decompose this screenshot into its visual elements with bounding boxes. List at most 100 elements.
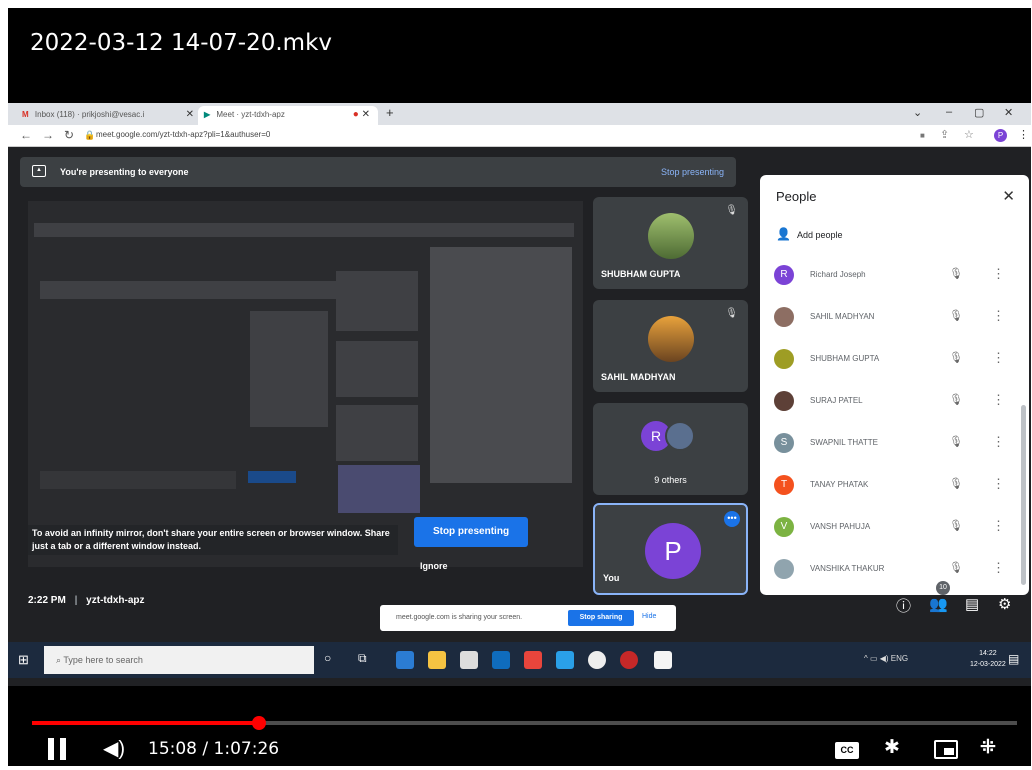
- more-options-icon[interactable]: •••: [724, 511, 740, 527]
- minimize-button[interactable]: –: [946, 106, 952, 118]
- more-options-icon[interactable]: ⋮: [992, 434, 1005, 450]
- participant-name: SAHIL MADHYAN: [810, 312, 875, 321]
- star-icon[interactable]: ☆: [964, 128, 974, 141]
- reload-icon[interactable]: ↻: [64, 128, 74, 142]
- new-tab-button[interactable]: +: [386, 105, 394, 120]
- others-tile[interactable]: R 9 others: [593, 403, 748, 495]
- participant-name: SAHIL MADHYAN: [601, 372, 676, 382]
- task-view-icon[interactable]: ⧉: [358, 651, 376, 669]
- avatar: [774, 307, 794, 327]
- close-icon[interactable]: ✕: [1002, 187, 1015, 205]
- participant-name: SHUBHAM GUPTA: [810, 354, 880, 363]
- edge-icon[interactable]: [396, 651, 414, 669]
- people-title: People: [776, 189, 817, 204]
- avatar: P: [645, 523, 701, 579]
- more-options-icon[interactable]: ⋮: [992, 350, 1005, 366]
- participant-tile[interactable]: 🎙 SAHIL MADHYAN: [593, 300, 748, 392]
- settings-icon[interactable]: ✱: [884, 736, 900, 759]
- more-options-icon[interactable]: ⋮: [992, 518, 1005, 534]
- taskbar-search[interactable]: ⌕ Type here to search: [44, 646, 314, 674]
- volume-icon[interactable]: ◀): [103, 736, 125, 761]
- people-icon[interactable]: 👥: [929, 595, 948, 613]
- file-explorer-icon[interactable]: [428, 651, 446, 669]
- windows-start-icon[interactable]: ⊞: [18, 652, 29, 668]
- activities-icon[interactable]: ⚙: [998, 595, 1011, 613]
- progress-fill: [32, 721, 259, 725]
- chat-icon[interactable]: ▤: [965, 595, 979, 613]
- tab-label: Inbox (118) · prikjoshi@vesac.i: [34, 110, 145, 119]
- mic-off-icon: 🎙: [949, 310, 963, 322]
- ignore-button[interactable]: Ignore: [420, 561, 448, 571]
- obs-icon[interactable]: [588, 651, 606, 669]
- participant-row[interactable]: S SWAPNIL THATTE 🎙 ⋮: [774, 431, 1010, 461]
- banner-stop-presenting[interactable]: Stop presenting: [661, 167, 724, 177]
- more-options-icon[interactable]: ⋮: [992, 560, 1005, 576]
- avatar: [648, 213, 694, 259]
- presenting-banner: ▲ You're presenting to everyone Stop pre…: [20, 157, 736, 187]
- participant-tile[interactable]: 🎙 SHUBHAM GUPTA: [593, 197, 748, 289]
- pause-icon[interactable]: [48, 738, 70, 762]
- participant-row[interactable]: V VANSH PAHUJA 🎙 ⋮: [774, 515, 1010, 545]
- vscode-icon[interactable]: [556, 651, 574, 669]
- participant-name: 9 others: [654, 475, 687, 485]
- mail-icon[interactable]: [492, 651, 510, 669]
- camera-icon[interactable]: ■: [920, 131, 925, 140]
- progress-bar[interactable]: [32, 716, 1017, 730]
- stop-presenting-button[interactable]: Stop presenting: [414, 517, 528, 547]
- url-field[interactable]: meet.google.com/yzt-tdxh-apz?pli=1&authu…: [96, 130, 270, 139]
- captions-icon[interactable]: CC: [835, 742, 859, 759]
- hide-button[interactable]: Hide: [642, 613, 656, 620]
- menu-icon[interactable]: ⋮: [1018, 128, 1029, 141]
- video-player[interactable]: 2022-03-12 14-07-20.mkv M Inbox (118) · …: [8, 8, 1031, 766]
- browser-window: M Inbox (118) · prikjoshi@vesac.i ✕ ▶ Me…: [8, 103, 1031, 686]
- avatar: [648, 316, 694, 362]
- time-display: 15:08 / 1:07:26: [148, 739, 280, 759]
- cortana-icon[interactable]: ○: [324, 651, 342, 669]
- more-options-icon[interactable]: ⋮: [992, 476, 1005, 492]
- participant-name: You: [603, 573, 620, 583]
- share-icon[interactable]: ⇪: [940, 128, 949, 141]
- store-icon[interactable]: [460, 651, 478, 669]
- notification-icon[interactable]: ▤: [1008, 652, 1019, 666]
- profile-avatar[interactable]: P: [994, 129, 1007, 142]
- mic-off-icon: 🎙: [949, 268, 963, 280]
- back-icon[interactable]: ←: [20, 128, 32, 142]
- more-options-icon[interactable]: ⋮: [992, 308, 1005, 324]
- more-options-icon[interactable]: ⋮: [992, 266, 1005, 282]
- avatar: [774, 349, 794, 369]
- close-icon[interactable]: ✕: [186, 109, 194, 120]
- tab-gmail[interactable]: M Inbox (118) · prikjoshi@vesac.i ✕: [16, 106, 202, 125]
- more-options-icon[interactable]: ⋮: [992, 392, 1005, 408]
- tab-meet[interactable]: ▶ Meet · yzt-tdxh-apz ● ✕: [198, 106, 378, 125]
- window-close-button[interactable]: ✕: [1004, 106, 1013, 119]
- exit-fullscreen-icon[interactable]: ⁜: [980, 736, 996, 759]
- participant-row[interactable]: SAHIL MADHYAN 🎙 ⋮: [774, 305, 1010, 335]
- tab-search-icon[interactable]: ⌄: [913, 106, 922, 119]
- info-icon[interactable]: ⓘ: [896, 595, 911, 616]
- participant-row[interactable]: SHUBHAM GUPTA 🎙 ⋮: [774, 347, 1010, 377]
- miniplayer-icon[interactable]: [934, 740, 958, 759]
- forward-icon[interactable]: →: [42, 128, 54, 142]
- taskbar-clock[interactable]: 14:22 12-03-2022: [970, 648, 1006, 670]
- scrollbar[interactable]: [1021, 405, 1026, 585]
- app-icon[interactable]: [620, 651, 638, 669]
- participant-row[interactable]: T TANAY PHATAK 🎙 ⋮: [774, 473, 1010, 503]
- stop-sharing-button[interactable]: Stop sharing: [568, 610, 634, 626]
- system-tray[interactable]: ^ ▭ ◀) ENG: [864, 654, 908, 663]
- meeting-info: 2:22 PM | yzt-tdxh-apz: [28, 595, 145, 606]
- maximize-button[interactable]: ▢: [974, 106, 984, 119]
- participant-row[interactable]: R Richard Joseph 🎙 ⋮: [774, 263, 1010, 293]
- self-tile[interactable]: ••• P You: [593, 503, 748, 595]
- close-icon[interactable]: ● ✕: [353, 109, 370, 120]
- participant-row[interactable]: VANSHIKA THAKUR 🎙 ⋮: [774, 557, 1010, 587]
- participant-name: VANSHIKA THAKUR: [810, 564, 885, 573]
- tab-label: Meet · yzt-tdxh-apz: [216, 110, 285, 119]
- progress-scrubber[interactable]: [251, 716, 266, 730]
- participant-name: Richard Joseph: [810, 270, 866, 279]
- lock-icon: 🔒: [84, 130, 96, 140]
- mic-off-icon: 🎙: [725, 308, 738, 319]
- participant-row[interactable]: SURAJ PATEL 🎙 ⋮: [774, 389, 1010, 419]
- notepad-icon[interactable]: [654, 651, 672, 669]
- add-people-button[interactable]: 👤 Add people: [776, 227, 843, 241]
- chrome-icon[interactable]: [524, 651, 542, 669]
